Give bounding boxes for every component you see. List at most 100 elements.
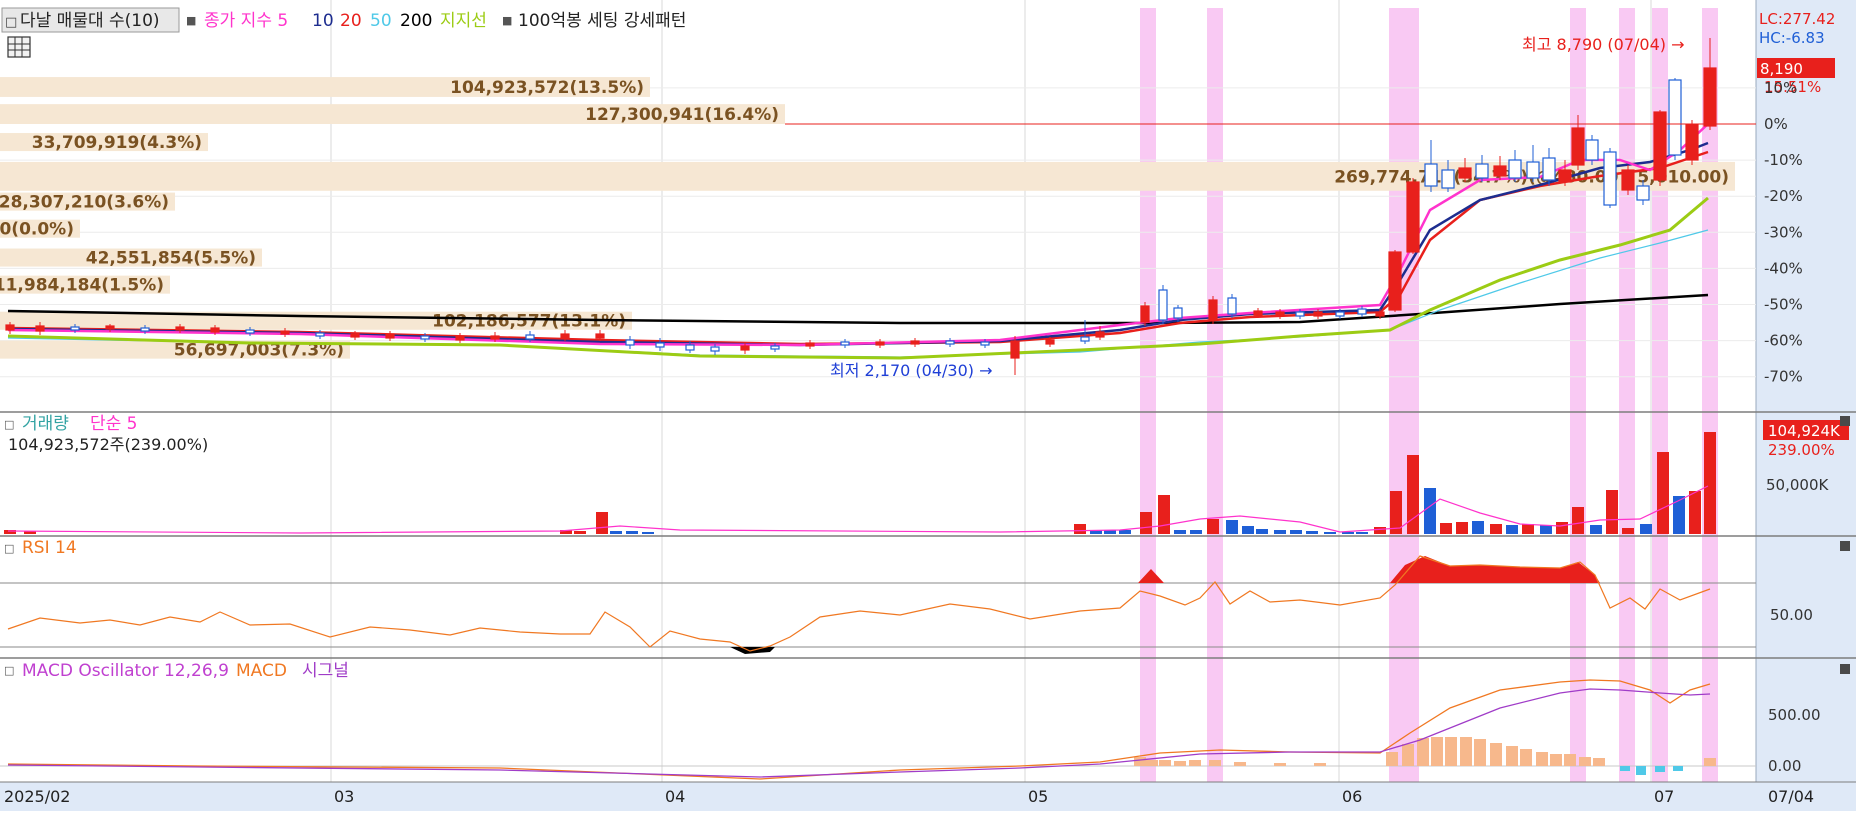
legend-ma10[interactable]: 10 [312, 11, 334, 31]
candle-body-39 [1253, 310, 1263, 316]
rsi-title[interactable]: RSI 14 [22, 538, 77, 558]
volume-bar-13 [1158, 495, 1170, 534]
legend-volume-profile[interactable]: 다날 매물대 수(10) [20, 11, 160, 31]
volume-bar-41 [1622, 528, 1634, 534]
candle-body-49 [1441, 169, 1455, 189]
candle-body-23 [770, 345, 780, 350]
data-table-icon[interactable] [7, 36, 31, 58]
main-axis-tick-4: -30% [1764, 223, 1803, 241]
macd-axis-tick-0: 0.00 [1768, 757, 1801, 775]
x-label-06: 06 [1342, 787, 1362, 806]
macd-osc-label[interactable]: MACD Oscillator 12,26,9 [22, 661, 229, 681]
macd-label[interactable]: MACD [236, 661, 287, 681]
volume-bar-30 [1440, 523, 1452, 534]
macd-osc-bar-2 [1159, 760, 1171, 766]
volume-bar-18 [1242, 526, 1254, 534]
volume-bar-44 [1673, 496, 1685, 534]
profile-label-7: 11,984,184(1.5%) [0, 276, 164, 296]
volume-bar-33 [1490, 524, 1502, 534]
legend-ma50[interactable]: 50 [370, 11, 392, 31]
volume-bar-37 [1556, 522, 1568, 534]
volume-bar-40 [1606, 490, 1618, 534]
candle-body-59 [1603, 151, 1617, 206]
candle-body-55 [1542, 157, 1556, 181]
volume-close-icon[interactable] [1840, 416, 1850, 426]
macd-axis-tick-500: 500.00 [1768, 706, 1821, 724]
volume-bar-21 [1290, 530, 1302, 534]
volume-title[interactable]: 거래량 [22, 414, 69, 434]
hc-readout: HC:-6.83 [1759, 29, 1825, 47]
candle-body-52 [1493, 165, 1507, 177]
volume-bar-32 [1472, 521, 1484, 534]
candle-body-3 [105, 325, 115, 330]
macd-osc-neg-2 [1655, 766, 1665, 772]
candle-body-28 [945, 340, 955, 345]
candle-body-11 [385, 333, 395, 339]
legend-ma5[interactable]: 종가 지수 5 [204, 11, 288, 31]
macd-osc-bar-17 [1506, 746, 1518, 766]
bottom-axis-background [0, 782, 1856, 811]
legend-ma200[interactable]: 200 [400, 11, 432, 31]
candle-body-33 [1095, 331, 1105, 338]
legend-prefix: □ [5, 15, 17, 30]
candle-body-31 [1045, 339, 1055, 345]
macd-osc-bar-20 [1550, 754, 1562, 766]
candle-body-43 [1335, 311, 1345, 317]
x-label-05: 05 [1028, 787, 1048, 806]
macd-osc-bar-22 [1579, 757, 1591, 766]
macd-close-icon[interactable] [1840, 664, 1850, 674]
candle-body-32 [1080, 336, 1090, 342]
candle-body-46 [1388, 251, 1402, 311]
profile-label-4: 28,307,210(3.6%) [0, 193, 169, 213]
candle-body-51 [1475, 163, 1489, 179]
candle-body-15 [525, 334, 535, 340]
rsi-close-icon[interactable] [1840, 541, 1850, 551]
legend-ma20[interactable]: 20 [340, 11, 362, 31]
x-label-03: 03 [334, 787, 354, 806]
legend-support[interactable]: 지지선 [440, 11, 487, 31]
main-axis-tick-0: 10% [1764, 79, 1797, 97]
candle-body-5 [175, 326, 185, 331]
candle-body-2 [70, 326, 80, 331]
macd-osc-bar-14 [1460, 737, 1472, 766]
main-axis-tick-3: -20% [1764, 187, 1803, 205]
volume-bar-11 [1119, 530, 1131, 534]
signal-label[interactable]: 시그널 [302, 661, 349, 681]
main-axis-tick-6: -50% [1764, 296, 1803, 314]
rsi-overbought-fill [730, 556, 1600, 654]
candle-body-14 [490, 335, 500, 340]
volume-bar-19 [1256, 529, 1268, 534]
volume-sma-label[interactable]: 단순 5 [90, 414, 138, 434]
legend-pattern[interactable]: 100억봉 세팅 강세패턴 [518, 11, 686, 31]
candle-body-21 [710, 346, 720, 352]
candle-body-60 [1621, 169, 1635, 191]
low-price-note: 최저 2,170 (04/30) → [830, 361, 993, 380]
candle-body-64 [1685, 124, 1699, 161]
macd-osc-bar-8 [1314, 763, 1326, 766]
macd-osc-neg-3 [1673, 766, 1683, 771]
macd-osc-bar-11 [1417, 738, 1429, 766]
volume-bar-22 [1306, 531, 1318, 534]
candle-body-62 [1653, 111, 1667, 181]
legend-ma-square: ■ [186, 14, 196, 27]
rsi-axis-tick: 50.00 [1770, 606, 1813, 624]
candle-body-24 [805, 342, 815, 347]
candle-body-37 [1208, 299, 1218, 321]
macd-osc-bar-last [1704, 758, 1716, 766]
volume-sma-line [7, 485, 1709, 534]
candle-body-25 [840, 341, 850, 346]
volume-profile: 104,923,572(13.5%) 127,300,941(16.4%) 33,7… [0, 77, 1735, 361]
volume-bar-12 [1140, 512, 1152, 534]
x-label-07: 07 [1654, 787, 1674, 806]
chart-window: 104,923,572(13.5%) 127,300,941(16.4%) 33,7… [0, 0, 1856, 811]
main-axis-tick-1: 0% [1764, 115, 1788, 133]
candle-body-19 [655, 342, 665, 348]
candle-body-36 [1173, 307, 1183, 319]
volume-tag-pct: 239.00% [1768, 441, 1835, 459]
volume-bar-36 [1540, 525, 1552, 534]
candle-body-48 [1424, 163, 1438, 187]
stock-chart-canvas[interactable]: 104,923,572(13.5%) 127,300,941(16.4%) 33,7… [0, 0, 1856, 811]
volume-bar-35 [1522, 524, 1534, 534]
volume-bar-39 [1590, 525, 1602, 534]
candle-body-9 [315, 332, 325, 337]
